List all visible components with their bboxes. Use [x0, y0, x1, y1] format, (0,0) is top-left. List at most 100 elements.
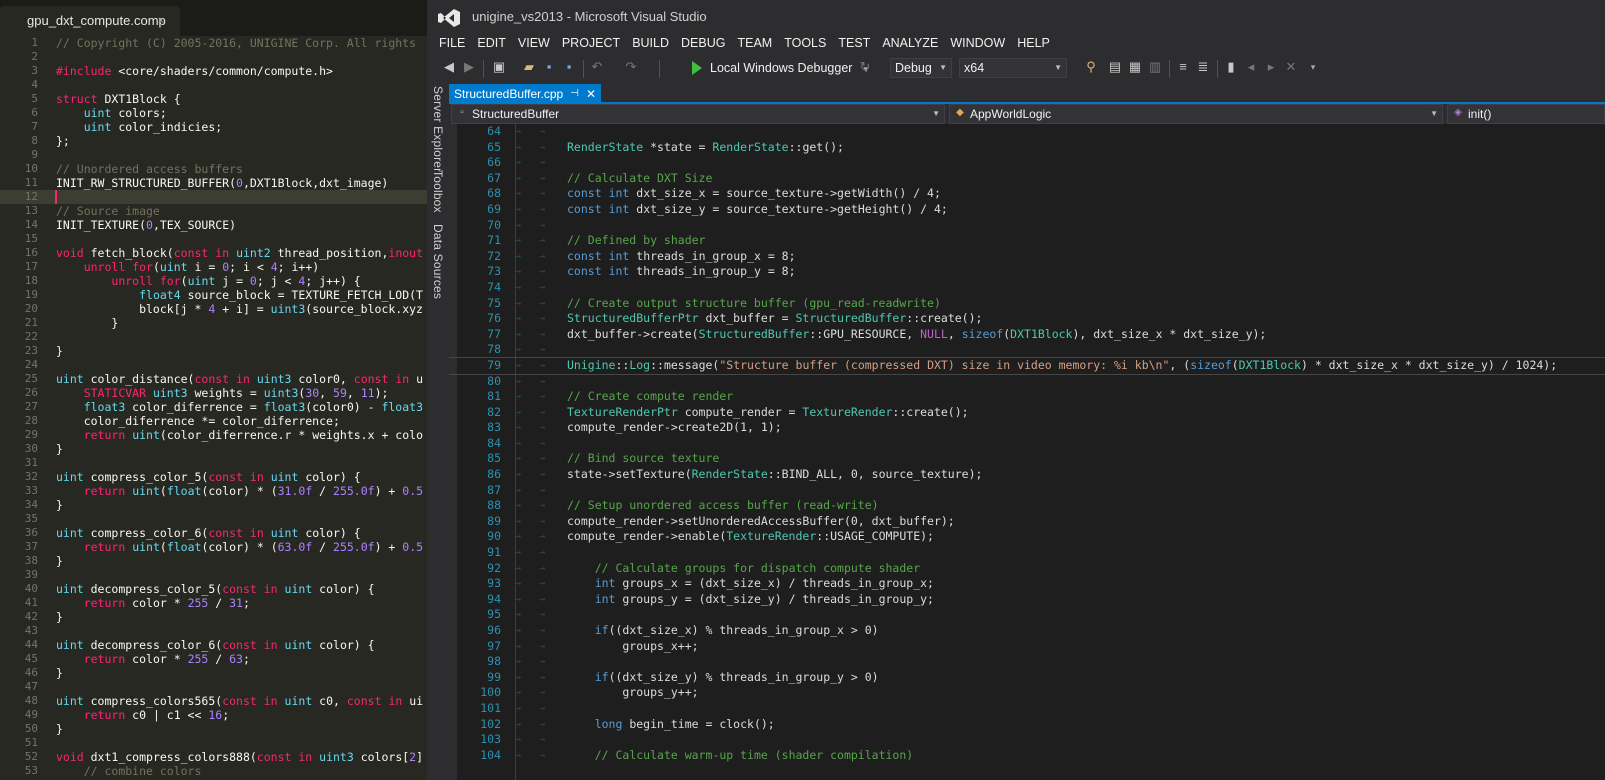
side-tab-data-sources[interactable]: Data Sources — [431, 224, 445, 299]
side-tab-server-explorer[interactable]: Server Explorer — [431, 86, 445, 172]
code-line[interactable]: 35 — [0, 512, 427, 526]
code-line[interactable]: 21 } — [0, 316, 427, 330]
code-line[interactable]: 81 → → // Create compute render — [449, 389, 1605, 405]
tab-structuredbuffer-cpp[interactable]: StructuredBuffer.cpp ⊣ ✕ — [449, 84, 601, 104]
code-line[interactable]: 26 STATICVAR uint3 weights = uint3(30, 5… — [0, 386, 427, 400]
code-line[interactable]: 68 → → const int dxt_size_x = source_textu… — [449, 186, 1605, 202]
code-line[interactable]: 48 uint compress_colors565(const in uint … — [0, 694, 427, 708]
code-line[interactable]: 1 // Copyright (C) 2005-2016, UNIGINE Cor… — [0, 36, 427, 50]
menu-tools[interactable]: TOOLS — [772, 32, 826, 54]
sublime-code-area[interactable]: 1 // Copyright (C) 2005-2016, UNIGINE Cor… — [0, 36, 427, 778]
code-line[interactable]: 69 → → const int dxt_size_y = source_textu… — [449, 202, 1605, 218]
code-line[interactable]: 5 struct DXT1Block { — [0, 92, 427, 106]
sublime-file-tab[interactable]: gpu_dxt_compute.comp × — [0, 6, 180, 36]
code-line[interactable]: 29 return uint(color_diferrence.r * weig… — [0, 428, 427, 442]
code-line[interactable]: 80 → → — [449, 374, 1605, 390]
undo-icon[interactable]: ↶ — [589, 59, 605, 75]
code-line[interactable]: 16 void fetch_block(const in uint2 thread… — [0, 246, 427, 260]
forward-icon[interactable]: ▶ — [461, 59, 477, 75]
code-line[interactable]: 25 uint color_distance(const in uint3 col… — [0, 372, 427, 386]
redo-icon[interactable]: ↷ — [623, 59, 639, 75]
close-icon[interactable]: ✕ — [586, 84, 596, 104]
code-line[interactable]: 20 block[j * 4 + i] = uint3(source_block… — [0, 302, 427, 316]
code-line[interactable]: 71 → → // Defined by shader — [449, 233, 1605, 249]
menu-build[interactable]: BUILD — [620, 32, 669, 54]
code-line[interactable]: 78 → → — [449, 342, 1605, 358]
close-icon[interactable]: × — [158, 6, 164, 36]
menu-debug[interactable]: DEBUG — [669, 32, 725, 54]
code-line[interactable]: 28 color_diferrence *= color_diferrence; — [0, 414, 427, 428]
code-line[interactable]: 36 uint compress_color_6(const in uint co… — [0, 526, 427, 540]
code-line[interactable]: 95 → → — [449, 607, 1605, 623]
new-project-icon[interactable]: ▣ — [491, 59, 507, 75]
code-line[interactable]: 65 → → RenderState *state = RenderState::g… — [449, 140, 1605, 156]
code-line[interactable]: 39 — [0, 568, 427, 582]
find-in-files-icon[interactable]: ⚲ — [1083, 59, 1099, 75]
code-line[interactable]: 11 INIT_RW_STRUCTURED_BUFFER(0,DXT1Block,… — [0, 176, 427, 190]
code-line[interactable]: 43 — [0, 624, 427, 638]
code-line[interactable]: 89 → → compute_render->setUnorderedAccessB… — [449, 514, 1605, 530]
code-line[interactable]: 22 — [0, 330, 427, 344]
code-line[interactable]: 86 → → state->setTexture(RenderState::BIND… — [449, 467, 1605, 483]
properties-icon[interactable]: ▥ — [1147, 59, 1163, 75]
code-line[interactable]: 76 → → StructuredBufferPtr dxt_buffer = St… — [449, 311, 1605, 327]
code-line[interactable]: 70 → → — [449, 218, 1605, 234]
code-line[interactable]: 72 → → const int threads_in_group_x = 8; — [449, 249, 1605, 265]
code-line[interactable]: 37 return uint(float(color) * (63.0f / 2… — [0, 540, 427, 554]
code-line[interactable]: 41 return color * 255 / 31; — [0, 596, 427, 610]
open-file-icon[interactable]: ▰ — [521, 59, 537, 75]
code-line[interactable]: 102 → → long begin_time = clock(); — [449, 717, 1605, 733]
code-line[interactable]: 88 → → // Setup unordered access buffer (r… — [449, 498, 1605, 514]
code-line[interactable]: 53 // combine colors — [0, 764, 427, 778]
code-lines[interactable]: 64 → → 65 → → RenderState *state = RenderSta… — [449, 124, 1605, 763]
code-line[interactable]: 77 → → dxt_buffer->create(StructuredBuffer… — [449, 327, 1605, 343]
code-line[interactable]: 51 — [0, 736, 427, 750]
code-line[interactable]: 79 → → Unigine::Log::message("Structure bu… — [449, 356, 1605, 375]
menu-test[interactable]: TEST — [826, 32, 870, 54]
code-line[interactable]: 18 unroll for(uint j = 0; j < 4; j++) { — [0, 274, 427, 288]
code-line[interactable]: 4 — [0, 78, 427, 92]
code-line[interactable]: 6 uint colors; — [0, 106, 427, 120]
save-icon[interactable]: ▪ — [541, 59, 557, 75]
code-line[interactable]: 32 uint compress_color_5(const in uint co… — [0, 470, 427, 484]
code-line[interactable]: 94 → → int groups_y = (dxt_size_y) / thre… — [449, 592, 1605, 608]
side-tab-toolbox[interactable]: Toolbox — [431, 170, 445, 213]
code-line[interactable]: 64 → → — [449, 124, 1605, 140]
code-line[interactable]: 12 — [0, 190, 427, 204]
outdent-icon[interactable]: ≡ — [1175, 59, 1191, 75]
code-line[interactable]: 67 → → // Calculate DXT Size — [449, 171, 1605, 187]
code-line[interactable]: 93 → → int groups_x = (dxt_size_x) / thre… — [449, 576, 1605, 592]
code-line[interactable]: 91 → → — [449, 545, 1605, 561]
previous-bookmark-icon[interactable]: ◂ — [1243, 59, 1259, 75]
next-bookmark-icon[interactable]: ▸ — [1263, 59, 1279, 75]
code-line[interactable]: 40 uint decompress_color_5(const in uint … — [0, 582, 427, 596]
code-line[interactable]: 38} — [0, 554, 427, 568]
code-line[interactable]: 75 → → // Create output structure buffer (… — [449, 296, 1605, 312]
code-line[interactable]: 33 return uint(float(color) * (31.0f / 2… — [0, 484, 427, 498]
bookmark-icon[interactable]: ▮ — [1223, 59, 1239, 75]
code-line[interactable]: 87 → → — [449, 483, 1605, 499]
code-line[interactable]: 19 float4 source_block = TEXTURE_FETCH_L… — [0, 288, 427, 302]
code-line[interactable]: 2 — [0, 50, 427, 64]
class-select[interactable]: ◆ AppWorldLogic ▼ — [949, 104, 1443, 124]
code-line[interactable]: 31 — [0, 456, 427, 470]
code-line[interactable]: 9 — [0, 148, 427, 162]
code-line[interactable]: 47 — [0, 680, 427, 694]
project-scope-select[interactable]: ▫ StructuredBuffer ▼ — [451, 104, 945, 124]
code-line[interactable]: 66 → → — [449, 155, 1605, 171]
code-line[interactable]: 74 → → — [449, 280, 1605, 296]
code-line[interactable]: 27 float3 color_diferrence = float3(colo… — [0, 400, 427, 414]
code-line[interactable]: 13 // Source image — [0, 204, 427, 218]
code-line[interactable]: 92 → → // Calculate groups for dispatch c… — [449, 561, 1605, 577]
code-line[interactable]: 52 void dxt1_compress_colors888(const in … — [0, 750, 427, 764]
menu-help[interactable]: HELP — [1005, 32, 1050, 54]
refresh-icon[interactable]: ↻ — [857, 59, 873, 75]
code-line[interactable]: 30} — [0, 442, 427, 456]
code-line[interactable]: 83 → → compute_render->create2D(1, 1); — [449, 420, 1605, 436]
code-line[interactable]: 101 → → — [449, 701, 1605, 717]
start-debugging-button[interactable]: Local Windows Debugger ▼ — [692, 58, 870, 78]
pin-icon[interactable]: ⊣ — [570, 84, 579, 104]
code-line[interactable]: 50} — [0, 722, 427, 736]
code-line[interactable]: 42} — [0, 610, 427, 624]
code-line[interactable]: 99 → → if((dxt_size_y) % threads_in_group… — [449, 670, 1605, 686]
